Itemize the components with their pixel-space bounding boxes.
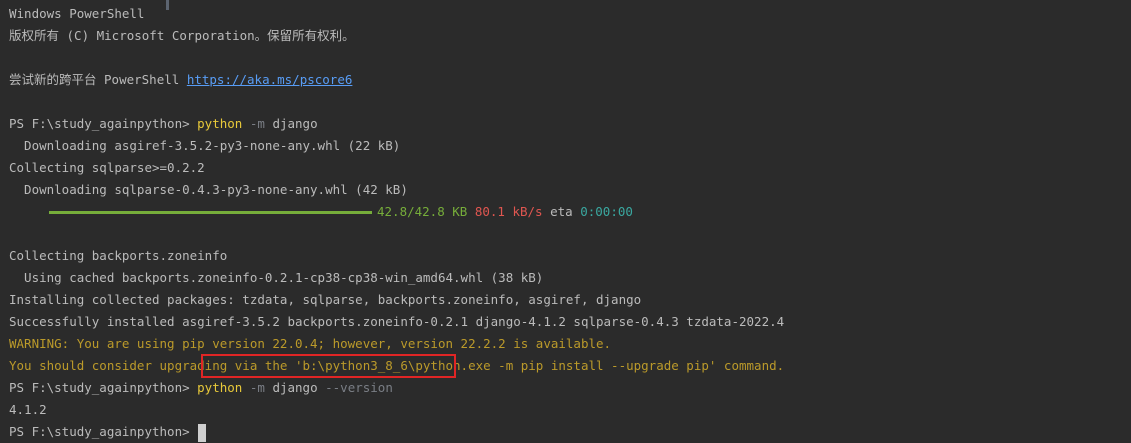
pscore-link[interactable]: https://aka.ms/pscore6 — [187, 72, 353, 87]
header-title: Windows PowerShell — [9, 6, 145, 21]
output-line: Installing collected packages: tzdata, s… — [9, 292, 642, 307]
warning-line: WARNING: You are using pip version 22.0.… — [9, 336, 612, 351]
command-exe: python — [197, 116, 243, 131]
output-line: Collecting sqlparse>=0.2.2 — [9, 160, 205, 175]
progress-size: 42.8/42.8 KB — [377, 204, 468, 219]
command-line-1: PS F:\study_againpython> python -m djang… — [9, 113, 1127, 135]
progress-eta-label: eta — [550, 204, 573, 219]
output-line: Using cached backports.zoneinfo-0.2.1-cp… — [9, 270, 544, 285]
output-line: Downloading sqlparse-0.4.3-py3-none-any.… — [9, 182, 408, 197]
version-output: 4.1.2 — [9, 402, 47, 417]
progress-speed: 80.1 kB/s — [474, 204, 543, 219]
command-exe: python — [197, 380, 243, 395]
output-line: Collecting backports.zoneinfo — [9, 248, 228, 263]
text-cursor — [198, 423, 207, 442]
command-line-3[interactable]: PS F:\study_againpython> — [9, 421, 1127, 443]
command-arg: django — [272, 380, 318, 395]
command-option: --version — [325, 380, 393, 395]
terminal-output[interactable]: Windows PowerShell 版权所有 (C) Microsoft Co… — [9, 3, 1127, 443]
progress-bar — [49, 211, 372, 214]
command-line-2: PS F:\study_againpython> python -m djang… — [9, 377, 1127, 399]
progress-eta: 0:00:00 — [580, 204, 633, 219]
command-flag: -m — [249, 116, 265, 131]
copyright-line: 版权所有 (C) Microsoft Corporation。保留所有权利。 — [9, 28, 355, 43]
command-flag: -m — [249, 380, 265, 395]
command-arg: django — [272, 116, 318, 131]
prompt: PS F:\study_againpython> — [9, 380, 198, 395]
upgrade-hint-line: You should consider upgrading via the 'b… — [9, 358, 785, 373]
prompt: PS F:\study_againpython> — [9, 424, 198, 439]
try-new-line: 尝试新的跨平台 PowerShell https://aka.ms/pscore… — [9, 69, 1127, 91]
progress-line: 42.8/42.8 KB 80.1 kB/s eta 0:00:00 — [9, 201, 1127, 223]
prompt: PS F:\study_againpython> — [9, 116, 198, 131]
try-new-text: 尝试新的跨平台 PowerShell — [9, 72, 187, 87]
output-line: Successfully installed asgiref-3.5.2 bac… — [9, 314, 785, 329]
output-line: Downloading asgiref-3.5.2-py3-none-any.w… — [9, 138, 401, 153]
